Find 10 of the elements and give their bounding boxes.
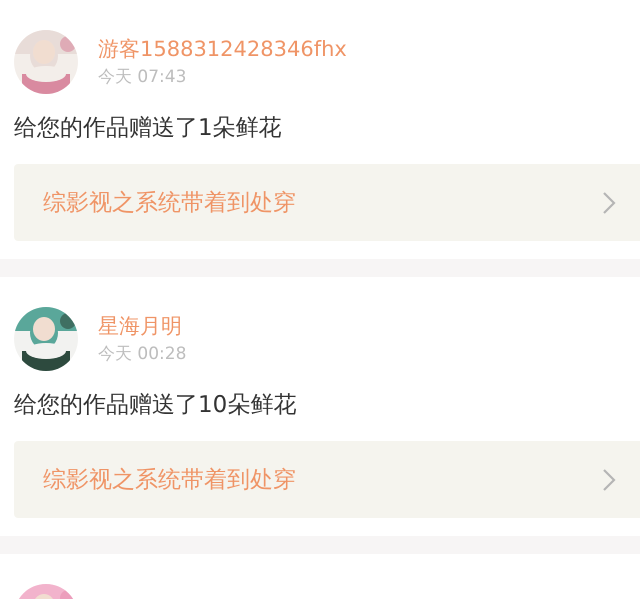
username[interactable]: 星海月明 xyxy=(98,313,186,339)
gift-message: 给您的作品赠送了10朵鲜花 xyxy=(14,391,298,420)
username[interactable]: 游客1588312428346fhx xyxy=(98,36,347,62)
timestamp: 今天 00:28 xyxy=(98,343,186,365)
timestamp: 今天 07:43 xyxy=(98,66,188,88)
gift-message: 给您的作品赠送了1朵鲜花 xyxy=(14,114,283,143)
chevron-right-icon xyxy=(602,468,616,492)
work-link[interactable]: 综影视之系统带着到处穿 xyxy=(14,164,640,241)
chevron-right-icon xyxy=(602,190,616,214)
work-link[interactable]: 综影视之系统带着到处穿 xyxy=(14,441,640,518)
